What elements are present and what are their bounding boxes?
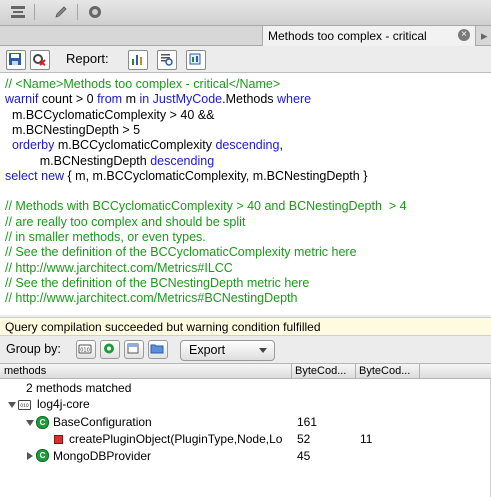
- query-comment: // http://www.jarchitect.com/Metrics#BCN…: [5, 291, 298, 306]
- query-keyword: descending: [150, 153, 215, 168]
- group-type-icon[interactable]: [124, 340, 144, 359]
- results-header: methods ByteCod... ByteCod...: [0, 363, 491, 379]
- tab-title: Methods too complex - critical: [268, 29, 427, 43]
- query-text: count > 0: [41, 92, 98, 107]
- export-dropdown[interactable]: Export: [180, 340, 275, 361]
- report-chart-icon[interactable]: [128, 50, 148, 70]
- column-header-methods[interactable]: methods: [4, 365, 46, 377]
- query-keyword: from: [97, 92, 126, 107]
- chevron-down-icon: [259, 348, 267, 353]
- query-line: m.BCNestingDepth > 5: [5, 123, 140, 138]
- groupby-label: Group by:: [6, 342, 61, 356]
- query-comment: // Methods with BCCyclomaticComplexity >…: [5, 199, 407, 214]
- query-comment: // in smaller methods, or even types.: [5, 230, 206, 244]
- expand-toggle-icon[interactable]: [8, 402, 16, 408]
- assembly-icon: 010: [18, 400, 31, 410]
- tree-item-assembly[interactable]: log4j-core: [37, 397, 90, 411]
- query-comment: // <Name>Methods too complex - critical<…: [5, 77, 281, 91]
- query-comment: // are really too complex and should be …: [5, 214, 246, 229]
- class-icon: C: [36, 416, 49, 429]
- cell-bc-cyclomatic: 45: [297, 449, 311, 463]
- query-line: warnif count > 0 from m in JustMyCode.Me…: [5, 92, 311, 107]
- svg-text:010: 010: [20, 403, 29, 409]
- query-line: // See the definition of the BCNestingDe…: [5, 276, 309, 291]
- close-icon[interactable]: ×: [458, 29, 470, 41]
- results-summary: 2 methods matched: [26, 381, 132, 395]
- query-text: m.BCCyclomaticComplexity: [57, 138, 216, 153]
- query-text: m.BCCyclomaticComplexity > 40 &&: [5, 107, 215, 122]
- pencil-icon[interactable]: [50, 3, 72, 21]
- cell-bc-cyclomatic: 52: [297, 432, 311, 446]
- groupby-bar: Group by: 010 Export: [0, 337, 491, 362]
- query-text: { m, m.BCCyclomaticComplexity, m.BCNesti…: [67, 168, 368, 183]
- tab-strip: Methods too complex - critical × ▸: [0, 26, 491, 46]
- query-text: m: [125, 92, 140, 107]
- query-line: // See the definition of the BCCyclomati…: [5, 245, 357, 260]
- settings-icon[interactable]: [30, 50, 50, 70]
- query-line: m.BCNestingDepth descending: [5, 154, 214, 169]
- query-line: // Methods with BCCyclomaticComplexity >…: [5, 199, 407, 214]
- query-keyword: in JustMyCode: [139, 92, 223, 107]
- tree-item-class[interactable]: MongoDBProvider: [53, 449, 151, 463]
- expand-toggle-icon[interactable]: [27, 452, 33, 460]
- query-keyword: warnif: [5, 92, 42, 107]
- query-editor[interactable]: // <Name>Methods too complex - critical<…: [0, 72, 491, 315]
- report-label: Report:: [66, 51, 109, 66]
- query-line: // http://www.jarchitect.com/Metrics#BCN…: [5, 291, 297, 306]
- svg-text:010: 010: [80, 348, 90, 354]
- query-text: ,: [279, 138, 283, 153]
- cell-bc-nesting: 11: [360, 432, 373, 446]
- group-namespace-icon[interactable]: [100, 340, 120, 359]
- query-line: m.BCCyclomaticComplexity > 40 &&: [5, 107, 215, 123]
- query-comment: // http://www.jarchitect.com/Metrics#ILC…: [5, 260, 233, 275]
- group-assembly-icon[interactable]: 010: [76, 340, 96, 359]
- top-toolbar: [0, 0, 491, 26]
- group-folder-icon[interactable]: [148, 340, 168, 359]
- query-text: .Methods: [222, 92, 278, 107]
- query-keyword: orderby: [5, 138, 58, 153]
- query-line: // http://www.jarchitect.com/Metrics#ILC…: [5, 261, 233, 276]
- query-keyword: select new: [5, 168, 68, 183]
- report-html-icon[interactable]: [186, 50, 206, 70]
- column-header-bc-nesting[interactable]: ByteCod...: [359, 365, 410, 377]
- query-comment: // See the definition of the BCCyclomati…: [5, 245, 357, 260]
- zoom-icon[interactable]: [84, 3, 106, 21]
- query-keyword: where: [277, 92, 312, 107]
- tab-methods-too-complex[interactable]: Methods too complex - critical ×: [262, 26, 476, 46]
- method-icon: [54, 435, 63, 444]
- cell-bc-cyclomatic: 161: [297, 415, 318, 429]
- report-list-icon[interactable]: [157, 50, 177, 70]
- query-line: orderby m.BCCyclomaticComplexity descend…: [5, 138, 283, 153]
- query-comment: // See the definition of the BCNestingDe…: [5, 275, 310, 290]
- chevron-right-icon[interactable]: ▸: [481, 28, 488, 44]
- query-line: // <Name>Methods too complex - critical<…: [5, 77, 280, 92]
- report-bar: Report:: [0, 47, 491, 71]
- results-panel: 2 methods matched 010 log4j-core C BaseC…: [0, 379, 491, 497]
- expand-toggle-icon[interactable]: [26, 420, 34, 426]
- tree-item-method[interactable]: createPluginObject(PluginType,Node,Lo: [69, 432, 291, 446]
- hierarchy-icon[interactable]: [7, 3, 29, 21]
- query-keyword: descending: [215, 138, 280, 153]
- query-line: // in smaller methods, or even types.: [5, 230, 206, 245]
- query-line: // are really too complex and should be …: [5, 215, 245, 230]
- query-text: m.BCNestingDepth: [5, 153, 151, 168]
- status-message: Query compilation succeeded but warning …: [0, 317, 491, 336]
- query-line: select new { m, m.BCCyclomaticComplexity…: [5, 169, 367, 184]
- export-label: Export: [189, 343, 226, 357]
- column-header-bc-cyclomatic[interactable]: ByteCod...: [295, 365, 346, 377]
- tree-item-class[interactable]: BaseConfiguration: [53, 415, 152, 429]
- query-text: m.BCNestingDepth > 5: [5, 122, 141, 137]
- class-icon: C: [36, 449, 49, 462]
- save-icon[interactable]: [6, 50, 26, 70]
